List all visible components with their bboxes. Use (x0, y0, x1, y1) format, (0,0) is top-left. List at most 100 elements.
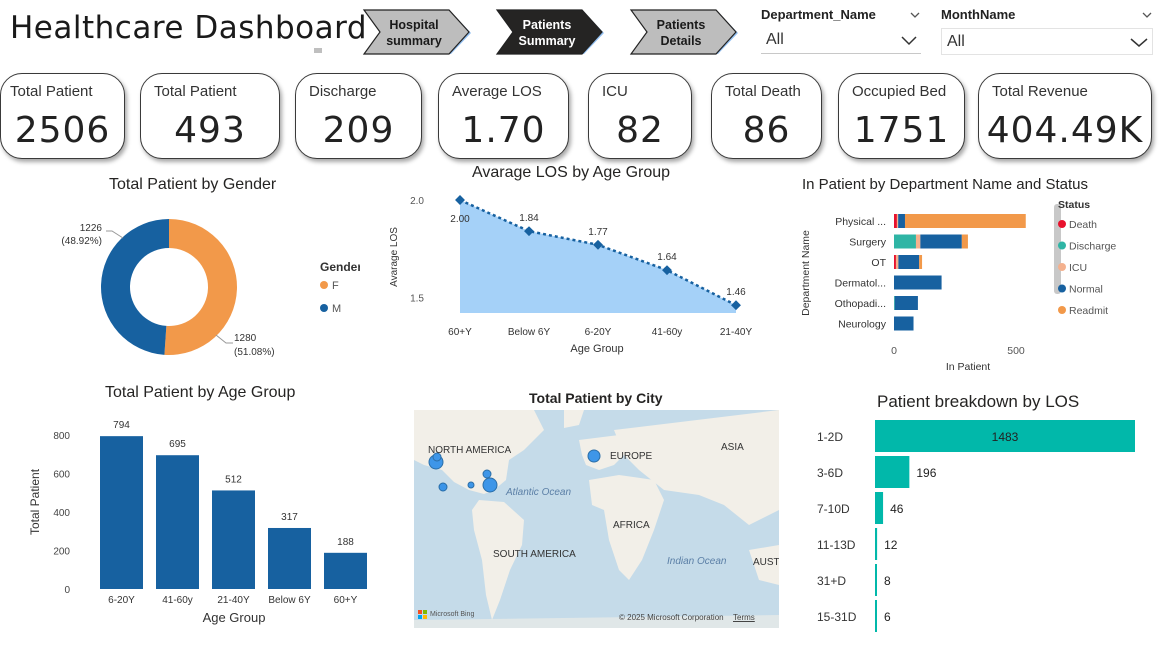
x-tick-label: 6-20Y (108, 595, 135, 606)
bar (268, 527, 311, 589)
page-title: Healthcare Dashboard (10, 10, 368, 46)
bar-segment-normal (898, 214, 905, 228)
kpi-card-total-patient: Total Patient 2506 (0, 73, 125, 159)
y-tick-label: Physical ... (835, 216, 886, 228)
kpi-value: 404.49K (986, 110, 1144, 151)
y-tick-label: 200 (53, 547, 70, 558)
nav-label: Patients Details (656, 18, 706, 48)
department-dropdown[interactable]: All (761, 27, 921, 54)
legend-label: ICU (1069, 262, 1087, 274)
kpi-card-discharge: Discharge 209 (295, 73, 422, 159)
nav-patients-summary-button[interactable]: Patients Summary (494, 8, 610, 58)
chevron-down-icon (1130, 37, 1148, 47)
kpi-card-total-patient-2: Total Patient 493 (140, 73, 280, 159)
data-label: 512 (225, 474, 242, 485)
legend-scrollbar (1054, 204, 1061, 294)
map-label-indian: Indian Ocean (667, 556, 727, 567)
leader-line (215, 334, 233, 344)
y-tick-label: 0 (64, 585, 70, 596)
kpi-label: Total Patient (154, 83, 237, 100)
data-label: 1.46 (726, 287, 746, 298)
month-dropdown[interactable]: All (941, 28, 1153, 55)
bar-segment-normal (898, 255, 920, 269)
y-tick-label: OT (871, 257, 886, 269)
bar-segment-normal (894, 275, 942, 290)
donut-pct-label: (51.08%) (234, 347, 275, 358)
donut-slice-m (101, 219, 169, 355)
data-label: 1.77 (588, 227, 608, 238)
legend-label: M (332, 303, 341, 315)
x-tick-label: 0 (891, 345, 897, 357)
bar (875, 528, 878, 560)
kpi-card-occupied-bed: Occupied Bed 1751 (838, 73, 965, 159)
data-label: 8 (884, 574, 891, 588)
bing-label: Microsoft Bing (430, 611, 475, 618)
map-label-africa: AFRICA (613, 520, 650, 531)
data-label: 188 (337, 537, 354, 548)
department-chart-title: In Patient by Department Name and Status (802, 176, 1088, 193)
map-bubble[interactable] (587, 449, 601, 463)
y-tick-label: 1.5 (410, 293, 424, 304)
nav-patients-details-button[interactable]: Patients Details (628, 8, 744, 58)
map-bubble[interactable] (438, 482, 448, 492)
y-tick-label: Surgery (849, 237, 887, 249)
map-bubble[interactable] (482, 477, 498, 493)
dropdown-value: All (947, 32, 965, 50)
category-label: 31+D (817, 574, 846, 588)
kpi-label: Total Patient (10, 83, 93, 100)
legend-label: Normal (1069, 284, 1103, 296)
chevron-down-icon[interactable] (909, 9, 921, 21)
kpi-label: Total Revenue (992, 83, 1088, 100)
slicer-title: Department_Name (761, 7, 876, 22)
bar-segment-death (894, 255, 896, 269)
y-tick-label: 800 (53, 431, 70, 442)
month-slicer: MonthName All (941, 7, 1153, 55)
y-tick-label: Othopadi... (835, 298, 886, 310)
map-terms-link[interactable]: Terms (733, 613, 755, 622)
microsoft-logo-icon (418, 610, 427, 619)
bar-segment-icu (895, 255, 899, 269)
bar-segment-normal (894, 296, 918, 310)
chevron-down-icon[interactable] (1141, 9, 1153, 21)
data-label: 196 (916, 466, 936, 480)
map-label-south-america: SOUTH AMERICA (493, 549, 576, 560)
data-label: 1.64 (657, 252, 677, 263)
data-label: 1483 (992, 430, 1019, 444)
bar (875, 564, 877, 596)
kpi-label: Discharge (309, 83, 377, 100)
donut-slice-f (164, 219, 237, 355)
y-axis-label: Avarage LOS (389, 227, 400, 287)
bar (875, 600, 877, 632)
y-axis-label: Department Name (800, 230, 812, 316)
bar-segment-normal (894, 316, 914, 331)
kpi-card-average-los: Average LOS 1.70 (438, 73, 569, 159)
legend-title: Status (1058, 199, 1090, 211)
los-breakdown-title: Patient breakdown by LOS (877, 392, 1080, 411)
data-label: 317 (281, 512, 298, 523)
y-tick-label: 2.0 (410, 196, 424, 207)
city-map[interactable]: NORTH AMERICA EUROPE ASIA AFRICA SOUTH A… (414, 410, 779, 628)
x-tick-label: 500 (1007, 345, 1025, 357)
kpi-value: 1751 (853, 110, 950, 151)
nav-hospital-summary-button[interactable]: Hospital summary (361, 8, 477, 58)
map-bubble[interactable] (482, 469, 492, 479)
legend-label: Death (1069, 219, 1097, 231)
kpi-label: Occupied Bed (852, 83, 947, 100)
x-tick-label: Below 6Y (508, 327, 551, 338)
map-label-europe: EUROPE (610, 451, 653, 462)
nav-label: Hospital summary (386, 18, 442, 48)
map-label-australia: AUSTI (753, 557, 779, 568)
bar-segment-normal (920, 234, 962, 249)
legend-label: Discharge (1069, 241, 1116, 253)
map-bubble[interactable] (467, 481, 475, 489)
kpi-label: ICU (602, 83, 628, 100)
bar (875, 492, 884, 524)
x-tick-label: Below 6Y (268, 595, 311, 606)
category-label: 3-6D (817, 466, 843, 480)
bar (875, 456, 910, 488)
x-axis-label: In Patient (946, 361, 990, 373)
x-tick-label: 60+Y (448, 327, 472, 338)
legend-marker (1058, 220, 1066, 228)
bar-segment-discharge (894, 296, 895, 310)
bar (156, 455, 199, 589)
